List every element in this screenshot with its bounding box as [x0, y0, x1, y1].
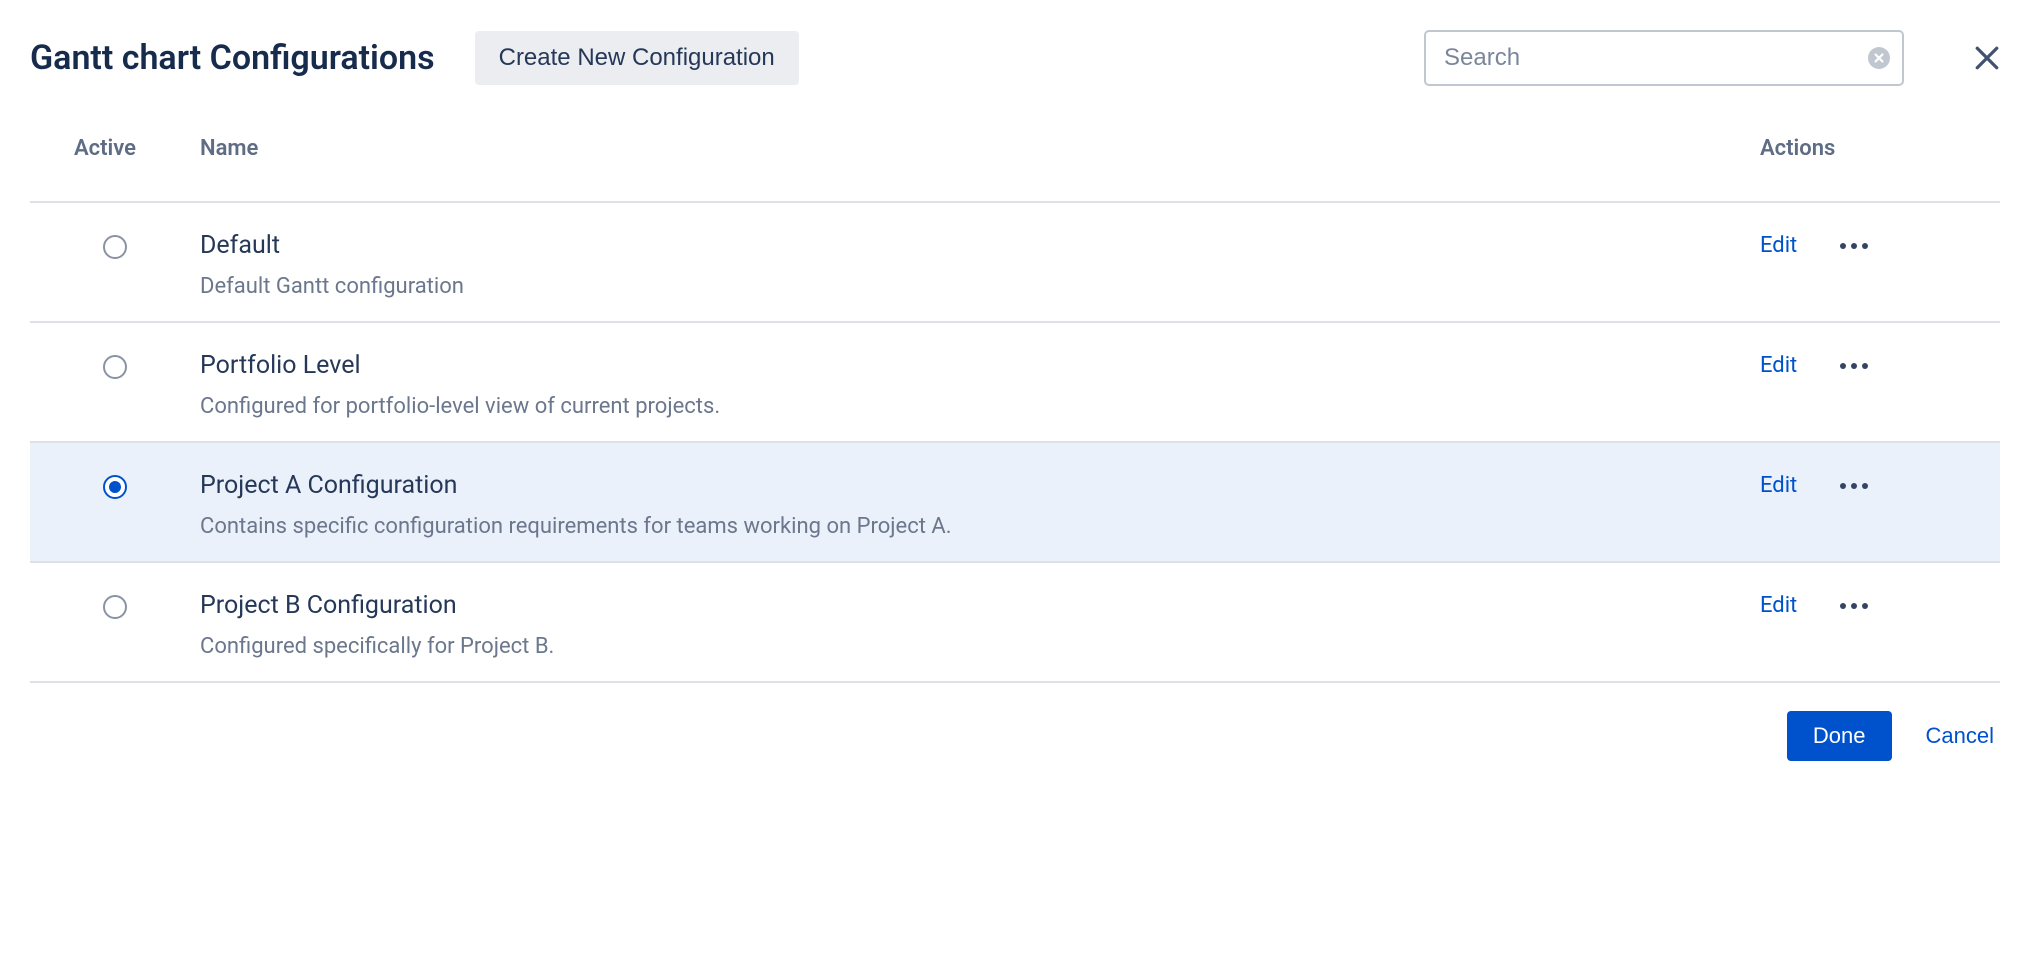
done-button[interactable]: Done	[1787, 711, 1892, 761]
config-name: Default	[200, 231, 1760, 260]
cancel-button[interactable]: Cancel	[1926, 723, 1994, 749]
more-actions-icon[interactable]	[1839, 602, 1869, 610]
active-radio[interactable]	[103, 355, 127, 379]
column-header-active: Active	[30, 136, 200, 161]
dialog-header: Gantt chart Configurations Create New Co…	[30, 30, 2000, 86]
active-radio[interactable]	[103, 235, 127, 259]
dialog-footer: Done Cancel	[30, 711, 2000, 761]
config-description: Configured for portfolio-level view of c…	[200, 394, 1760, 419]
edit-link[interactable]: Edit	[1760, 233, 1797, 258]
config-description: Default Gantt configuration	[200, 274, 1760, 299]
create-new-configuration-button[interactable]: Create New Configuration	[475, 31, 799, 85]
config-description: Contains specific configuration requirem…	[200, 514, 1760, 539]
table-row: Project A Configuration Contains specifi…	[30, 443, 2000, 563]
more-actions-icon[interactable]	[1839, 482, 1869, 490]
table-row: Project B Configuration Configured speci…	[30, 563, 2000, 683]
table-row: Portfolio Level Configured for portfolio…	[30, 323, 2000, 443]
page-title: Gantt chart Configurations	[30, 38, 435, 78]
edit-link[interactable]: Edit	[1760, 473, 1797, 498]
edit-link[interactable]: Edit	[1760, 593, 1797, 618]
active-radio[interactable]	[103, 475, 127, 499]
active-radio[interactable]	[103, 595, 127, 619]
config-name: Portfolio Level	[200, 351, 1760, 380]
more-actions-icon[interactable]	[1839, 362, 1869, 370]
column-header-name: Name	[200, 136, 1760, 161]
table-row: Default Default Gantt configuration Edit	[30, 203, 2000, 323]
config-name: Project A Configuration	[200, 471, 1760, 500]
search-wrapper	[1424, 30, 1904, 86]
config-name: Project B Configuration	[200, 591, 1760, 620]
search-input[interactable]	[1424, 30, 1904, 86]
config-description: Configured specifically for Project B.	[200, 634, 1760, 659]
configurations-table: Active Name Actions Default Default Gant…	[30, 136, 2000, 683]
clear-search-icon[interactable]	[1868, 47, 1890, 69]
column-header-actions: Actions	[1760, 136, 2000, 161]
edit-link[interactable]: Edit	[1760, 353, 1797, 378]
more-actions-icon[interactable]	[1839, 242, 1869, 250]
close-icon[interactable]	[1974, 45, 2000, 71]
table-header: Active Name Actions	[30, 136, 2000, 203]
